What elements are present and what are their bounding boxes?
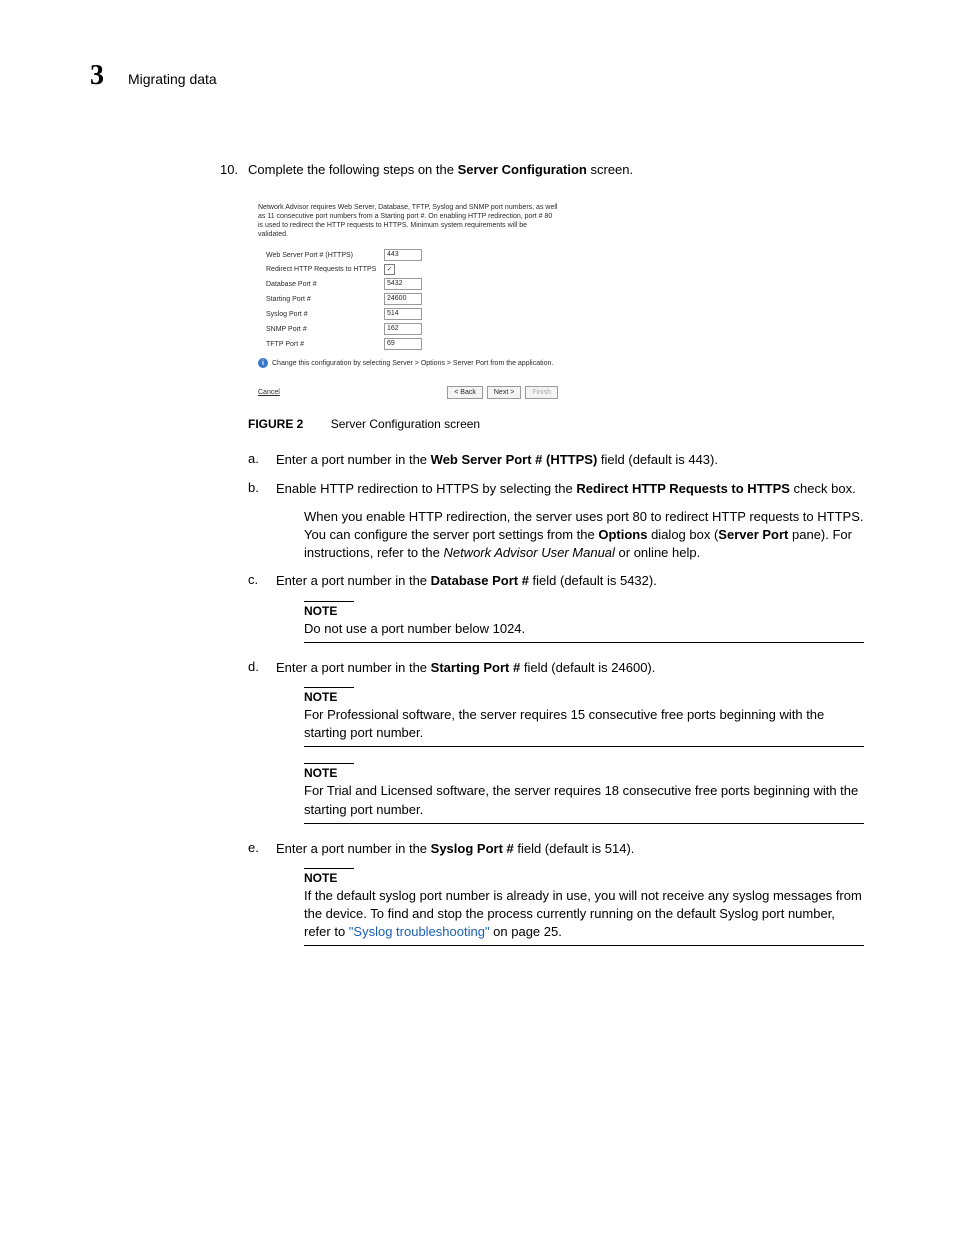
field-database-port[interactable]: 5432 [384,278,422,290]
next-button[interactable]: Next > [487,386,521,399]
label-starting-port: Starting Port # [258,295,384,304]
field-web-server-port[interactable]: 443 [384,249,422,261]
substep-c: c. Enter a port number in the Database P… [248,572,864,590]
note-label: NOTE [304,604,864,618]
note-body: Do not use a port number below 1024. [304,620,864,643]
field-snmp-port[interactable]: 162 [384,323,422,335]
checkbox-redirect-https[interactable]: ✓ [384,264,395,275]
label-tftp-port: TFTP Port # [258,340,384,349]
server-config-dialog: Network Advisor requires Web Server, Dat… [248,195,568,407]
page-header: 3 Migrating data [90,60,864,92]
substep-letter: d. [248,659,276,677]
dialog-info-text: Change this configuration by selecting S… [272,359,553,368]
row-web-server-port: Web Server Port # (HTTPS) 443 [258,249,558,261]
label-database-port: Database Port # [258,280,384,289]
main-content: 10. Complete the following steps on the … [220,162,864,946]
substep-b: b. Enable HTTP redirection to HTTPS by s… [248,480,864,498]
substep-letter: a. [248,451,276,469]
note-c: NOTE Do not use a port number below 1024… [304,601,864,643]
note-label: NOTE [304,766,864,780]
step-10: 10. Complete the following steps on the … [220,162,864,177]
substep-a: a. Enter a port number in the Web Server… [248,451,864,469]
dialog-button-bar: Cancel < Back Next > Finish [258,386,558,399]
dialog-intro-text: Network Advisor requires Web Server, Dat… [258,203,558,239]
dialog-info-row: i Change this configuration by selecting… [258,358,558,368]
note-e: NOTE If the default syslog port number i… [304,868,864,947]
row-snmp-port: SNMP Port # 162 [258,323,558,335]
note-label: NOTE [304,871,864,885]
figure-caption-text: Server Configuration screen [331,417,480,431]
back-button[interactable]: < Back [447,386,483,399]
note-body: If the default syslog port number is alr… [304,887,864,947]
finish-button[interactable]: Finish [525,386,558,399]
chapter-title: Migrating data [128,71,217,87]
substep-e: e. Enter a port number in the Syslog Por… [248,840,864,858]
row-syslog-port: Syslog Port # 514 [258,308,558,320]
note-label: NOTE [304,690,864,704]
note-body: For Professional software, the server re… [304,706,864,747]
substep-letter: c. [248,572,276,590]
syslog-troubleshooting-link[interactable]: "Syslog troubleshooting" [349,924,490,939]
chapter-number: 3 [90,60,104,92]
cancel-button[interactable]: Cancel [258,388,280,397]
row-starting-port: Starting Port # 24600 [258,293,558,305]
label-redirect-https: Redirect HTTP Requests to HTTPS [258,265,384,274]
field-starting-port[interactable]: 24600 [384,293,422,305]
substep-b-paragraph: When you enable HTTP redirection, the se… [304,508,864,563]
row-redirect-https: Redirect HTTP Requests to HTTPS ✓ [258,264,558,275]
step-text: Complete the following steps on the Serv… [248,162,864,177]
substep-letter: e. [248,840,276,858]
row-database-port: Database Port # 5432 [258,278,558,290]
label-web-server-port: Web Server Port # (HTTPS) [258,251,384,260]
row-tftp-port: TFTP Port # 69 [258,338,558,350]
figure-screenshot: Network Advisor requires Web Server, Dat… [248,195,864,407]
figure-label: FIGURE 2 [248,417,303,431]
label-snmp-port: SNMP Port # [258,325,384,334]
field-tftp-port[interactable]: 69 [384,338,422,350]
note-body: For Trial and Licensed software, the ser… [304,782,864,823]
info-icon: i [258,358,268,368]
figure-caption: FIGURE 2 Server Configuration screen [248,417,864,431]
substep-letter: b. [248,480,276,498]
note-d1: NOTE For Professional software, the serv… [304,687,864,747]
note-d2: NOTE For Trial and Licensed software, th… [304,763,864,823]
label-syslog-port: Syslog Port # [258,310,384,319]
field-syslog-port[interactable]: 514 [384,308,422,320]
substep-d: d. Enter a port number in the Starting P… [248,659,864,677]
step-number: 10. [220,162,248,177]
